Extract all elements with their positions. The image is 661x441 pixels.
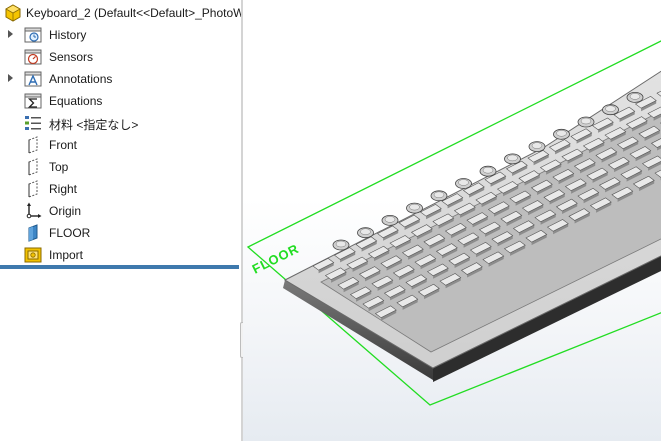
tree-item-import[interactable]: Import [0, 244, 241, 266]
media-knob-top [384, 216, 396, 223]
tree-item-label: Import [49, 248, 84, 262]
part-icon [5, 4, 21, 22]
media-knob-top [433, 191, 445, 199]
tree-item-origin[interactable]: Origin [0, 200, 241, 222]
tree-item-right-plane[interactable]: Right [0, 178, 241, 200]
equations-icon [24, 93, 42, 109]
tree-item-label: Top [49, 160, 69, 174]
sensors-icon [24, 49, 42, 65]
import-part-icon [24, 247, 42, 263]
expand-arrow-icon[interactable] [8, 74, 13, 82]
media-knob-top [629, 93, 641, 100]
tree-item-label: Origin [49, 204, 82, 218]
media-knob-top [556, 130, 567, 137]
tree-item-front-plane[interactable]: Front [0, 134, 241, 156]
plane-icon [28, 180, 38, 198]
keyboard-model: FLOOR [246, 40, 661, 406]
tree-item-history[interactable]: History [0, 24, 241, 46]
plane-icon [28, 136, 38, 154]
plane-icon [28, 158, 38, 176]
root-label: Keyboard_2 (Default<<Default>_PhotoW [26, 6, 241, 20]
media-knob-top [458, 179, 469, 186]
tree-item-label: Sensors [49, 50, 94, 64]
media-knob-top [605, 105, 616, 112]
floor-plane-icon [28, 224, 38, 242]
tree-item-label: Equations [49, 94, 103, 108]
tree-item-equations[interactable]: Equations [0, 90, 241, 112]
origin-icon [26, 202, 42, 219]
media-knob-top [360, 228, 371, 235]
graphics-area[interactable]: FLOOR [243, 0, 661, 441]
material-icon [25, 116, 41, 130]
tree-root-part[interactable]: Keyboard_2 (Default<<Default>_PhotoW [0, 3, 241, 23]
tree-item-top-plane[interactable]: Top [0, 156, 241, 178]
rollback-bar[interactable] [0, 265, 239, 269]
tree-item-label: Annotations [49, 72, 113, 86]
feature-manager-tree: Keyboard_2 (Default<<Default>_PhotoW His… [0, 0, 241, 441]
expand-arrow-icon[interactable] [8, 30, 13, 38]
tree-item-floor-plane[interactable]: FLOOR [0, 222, 241, 244]
media-knob-top [482, 166, 494, 174]
tree-item-label: FLOOR [49, 226, 91, 240]
media-knob-top [507, 154, 518, 162]
media-knob-top [409, 203, 420, 211]
media-knob-top [580, 117, 592, 125]
tree-item-sensors[interactable]: Sensors [0, 46, 241, 68]
media-knob-top [335, 240, 347, 248]
tree-item-label: Right [49, 182, 78, 196]
tree-item-label: Front [49, 138, 78, 152]
tree-item-label: 材料 <指定なし> [49, 118, 139, 132]
tree-item-annotations[interactable]: Annotations [0, 68, 241, 90]
media-knob-top [531, 142, 543, 149]
tree-item-material[interactable]: 材料 <指定なし> [0, 112, 241, 134]
history-folder-icon [24, 27, 42, 43]
tree-item-label: History [49, 28, 87, 42]
annotations-icon [24, 71, 42, 87]
